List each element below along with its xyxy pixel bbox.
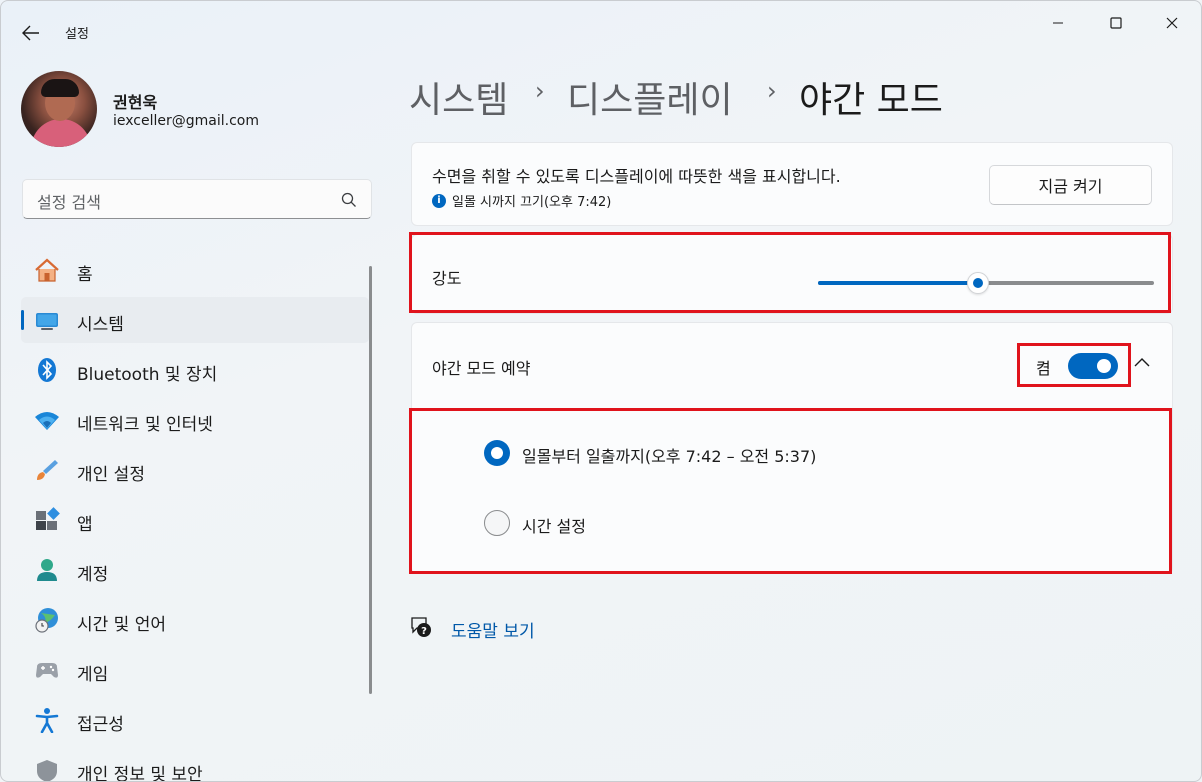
breadcrumb-system[interactable]: 시스템 — [409, 71, 508, 123]
search-icon — [341, 192, 356, 207]
help-icon: ? — [411, 617, 431, 637]
sidebar-item-label: 개인 설정 — [77, 465, 145, 485]
sidebar-item-accounts[interactable]: 계정 — [21, 547, 369, 593]
schedule-label: 야간 모드 예약 — [432, 359, 531, 378]
breadcrumb-separator: › — [535, 77, 545, 105]
sidebar-item-label: Bluetooth 및 장치 — [77, 365, 218, 385]
night-light-status-card: 수면을 취할 수 있도록 디스플레이에 따뜻한 색을 표시합니다. i 일몰 시… — [411, 142, 1173, 226]
help-link[interactable]: 도움말 보기 — [451, 617, 535, 642]
sidebar-item-privacy[interactable]: 개인 정보 및 보안 — [21, 747, 369, 782]
sidebar-scrollbar[interactable] — [369, 266, 372, 694]
search-placeholder: 설정 검색 — [37, 193, 101, 212]
breadcrumb-separator: › — [767, 77, 777, 105]
maximize-icon — [1110, 17, 1122, 29]
sidebar-item-label: 시간 및 언어 — [77, 615, 167, 635]
highlight-box-toggle — [1017, 343, 1131, 387]
sidebar-item-system[interactable]: 시스템 — [21, 297, 369, 343]
account-icon — [37, 559, 57, 581]
globe-clock-icon — [35, 608, 58, 633]
brush-icon — [37, 460, 58, 480]
apps-icon — [36, 507, 60, 530]
selection-indicator — [21, 310, 24, 330]
back-arrow-icon — [22, 25, 39, 41]
sidebar-item-label: 앱 — [77, 515, 93, 535]
sidebar-item-personalization[interactable]: 개인 설정 — [21, 447, 369, 493]
profile-email: iexceller@gmail.com — [113, 113, 259, 129]
page-title: 야간 모드 — [799, 80, 943, 121]
minimize-icon — [1053, 22, 1063, 24]
night-light-description: 수면을 취할 수 있도록 디스플레이에 따뜻한 색을 표시합니다. — [432, 167, 841, 186]
sidebar-item-label: 시스템 — [77, 315, 124, 335]
info-icon: i — [432, 193, 446, 208]
close-button[interactable] — [1149, 9, 1195, 37]
svg-text:?: ? — [421, 626, 427, 637]
minimize-button[interactable] — [1035, 9, 1081, 37]
system-icon — [36, 313, 58, 330]
settings-window: 설정 권현욱 iexceller@gmail.com 설정 검색 홈 시스템 B… — [0, 0, 1202, 782]
accessibility-icon — [35, 708, 59, 733]
sidebar-item-accessibility[interactable]: 접근성 — [21, 697, 369, 743]
highlight-box-strength — [409, 232, 1171, 313]
highlight-box-options — [409, 408, 1172, 574]
night-light-status-text: 일몰 시까지 끄기(오후 7:42) — [452, 195, 612, 210]
sidebar-item-apps[interactable]: 앱 — [21, 497, 369, 543]
gamepad-icon — [36, 663, 58, 678]
shield-icon — [37, 760, 57, 781]
maximize-button[interactable] — [1093, 9, 1139, 37]
sidebar-item-label: 네트워크 및 인터넷 — [77, 415, 213, 435]
sidebar-item-gaming[interactable]: 게임 — [21, 647, 369, 693]
sidebar-item-label: 게임 — [77, 665, 109, 685]
sidebar-item-label: 접근성 — [77, 715, 124, 735]
sidebar-item-time-language[interactable]: 시간 및 언어 — [21, 597, 369, 643]
close-icon — [1166, 17, 1178, 29]
turn-on-now-button[interactable]: 지금 켜기 — [989, 165, 1152, 205]
wifi-icon — [35, 412, 59, 430]
bluetooth-icon — [38, 358, 56, 382]
night-light-status: i 일몰 시까지 끄기(오후 7:42) — [432, 191, 611, 210]
profile-name: 권현욱 — [113, 93, 158, 112]
sidebar-item-label: 계정 — [77, 565, 109, 585]
back-button[interactable] — [17, 19, 45, 47]
breadcrumb-display[interactable]: 디스플레이 — [567, 71, 733, 123]
sidebar-item-network[interactable]: 네트워크 및 인터넷 — [21, 397, 369, 443]
sidebar-item-label: 홈 — [77, 265, 93, 285]
sidebar-item-home[interactable]: 홈 — [21, 247, 369, 293]
app-title: 설정 — [65, 27, 89, 42]
title-bar: 설정 — [1, 1, 1201, 45]
home-icon — [35, 258, 59, 282]
chevron-up-icon[interactable] — [1134, 357, 1150, 367]
search-input[interactable]: 설정 검색 — [22, 179, 372, 219]
avatar — [21, 71, 97, 147]
sidebar-item-label: 개인 정보 및 보안 — [77, 765, 203, 782]
sidebar-item-bluetooth[interactable]: Bluetooth 및 장치 — [21, 347, 369, 393]
